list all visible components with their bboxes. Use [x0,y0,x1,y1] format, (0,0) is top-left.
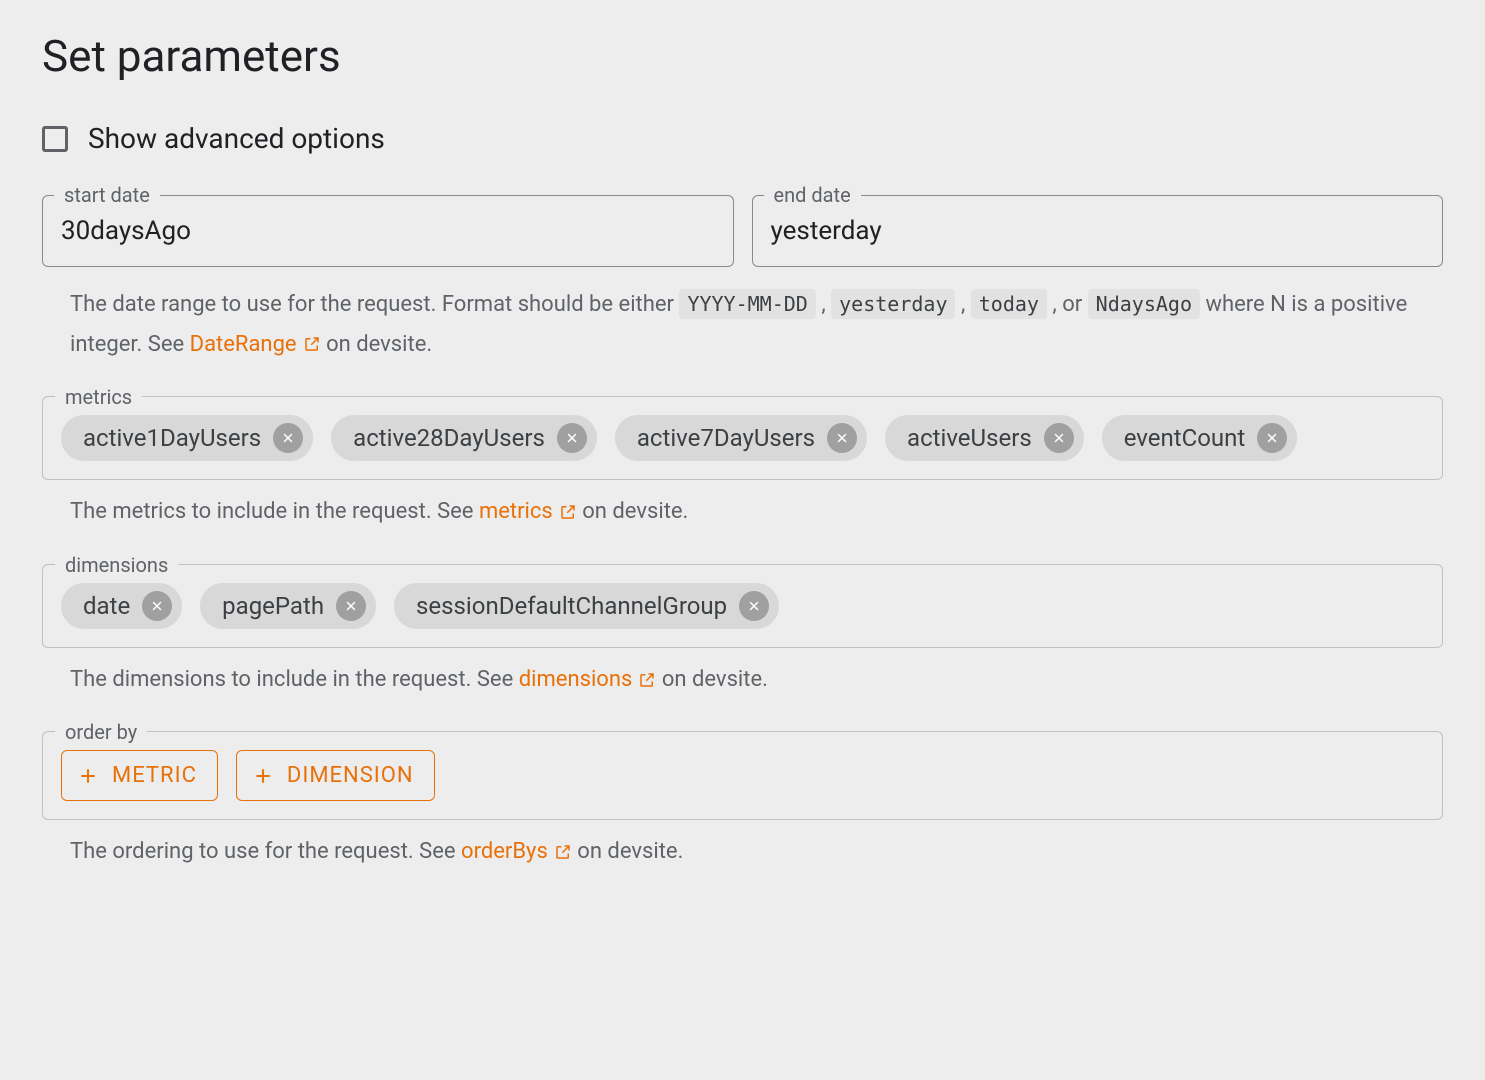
code-token: today [971,289,1047,319]
chip-label: sessionDefaultChannelGroup [416,592,727,620]
close-icon[interactable] [1044,423,1074,453]
chip-label: active28DayUsers [353,424,545,452]
metrics-fieldset: metrics active1DayUsersactive28DayUsersa… [42,396,1443,480]
start-date-label: start date [54,183,160,207]
external-link-icon [638,671,656,689]
chip-label: date [83,592,130,620]
add-metric-button[interactable]: METRIC [61,750,218,801]
chip[interactable]: pagePath [200,583,376,629]
metrics-link[interactable]: metrics [479,492,577,532]
chip-label: active7DayUsers [637,424,815,452]
dimensions-link[interactable]: dimensions [519,660,657,700]
page-title: Set parameters [42,30,1443,82]
close-icon[interactable] [1257,423,1287,453]
plus-icon [78,766,98,786]
chip[interactable]: active7DayUsers [615,415,867,461]
metrics-help-text: The metrics to include in the request. S… [70,492,1443,532]
metrics-legend: metrics [55,385,142,409]
orderby-fieldset: order by METRIC DIMENSION [42,731,1443,820]
chip[interactable]: active1DayUsers [61,415,313,461]
close-icon[interactable] [739,591,769,621]
advanced-options-row[interactable]: Show advanced options [42,122,1443,155]
chip[interactable]: eventCount [1102,415,1298,461]
code-token: YYYY-MM-DD [679,289,815,319]
close-icon[interactable] [827,423,857,453]
chip[interactable]: active28DayUsers [331,415,597,461]
orderby-legend: order by [55,720,147,744]
chip[interactable]: sessionDefaultChannelGroup [394,583,779,629]
orderbys-link[interactable]: orderBys [461,832,572,872]
chip-label: eventCount [1124,424,1246,452]
chip-label: active1DayUsers [83,424,261,452]
code-token: NdaysAgo [1088,289,1200,319]
dimensions-fieldset: dimensions datepagePathsessionDefaultCha… [42,564,1443,648]
add-dimension-button[interactable]: DIMENSION [236,750,435,801]
external-link-icon [303,335,321,353]
chip-label: activeUsers [907,424,1032,452]
chip-label: pagePath [222,592,324,620]
external-link-icon [554,843,572,861]
dimensions-legend: dimensions [55,553,178,577]
chip[interactable]: date [61,583,182,629]
end-date-label: end date [764,183,861,207]
close-icon[interactable] [336,591,366,621]
advanced-options-label: Show advanced options [88,122,385,155]
close-icon[interactable] [557,423,587,453]
orderby-help-text: The ordering to use for the request. See… [70,832,1443,872]
close-icon[interactable] [273,423,303,453]
code-token: yesterday [831,289,955,319]
plus-icon [253,766,273,786]
date-help-text: The date range to use for the request. F… [70,285,1443,364]
external-link-icon [559,503,577,521]
close-icon[interactable] [142,591,172,621]
dimensions-help-text: The dimensions to include in the request… [70,660,1443,700]
checkbox-icon[interactable] [42,126,68,152]
chip[interactable]: activeUsers [885,415,1084,461]
daterange-link[interactable]: DateRange [190,325,321,365]
